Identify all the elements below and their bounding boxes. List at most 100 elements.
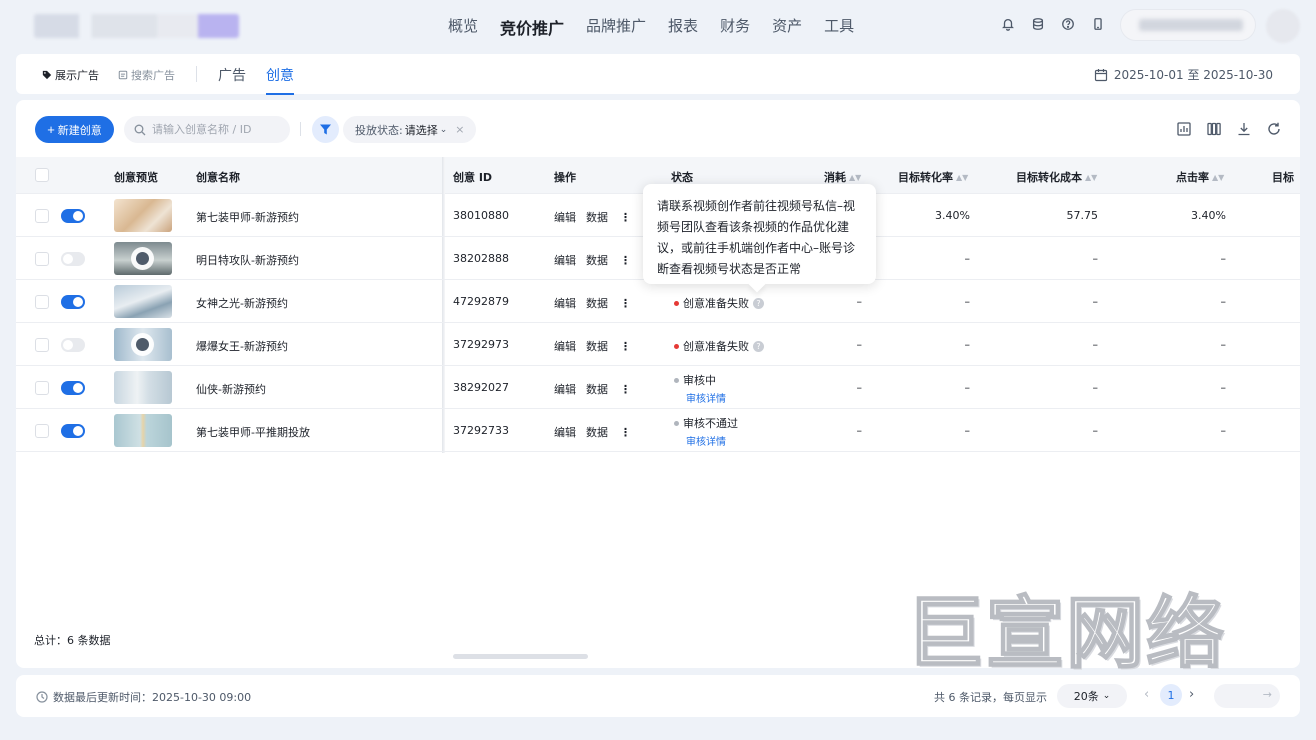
creative-thumbnail[interactable] bbox=[114, 242, 172, 275]
row-checkbox[interactable] bbox=[35, 252, 49, 266]
filter-value: 请选择 bbox=[404, 123, 438, 137]
page-size-select[interactable]: 20条 ⌄ bbox=[1057, 684, 1127, 708]
data-link[interactable]: 数据 bbox=[586, 338, 608, 354]
status-cell: 创意准备失败 ? bbox=[674, 338, 764, 354]
edit-link[interactable]: 编辑 bbox=[554, 252, 576, 268]
nav-overview[interactable]: 概览 bbox=[448, 15, 478, 37]
account-selector[interactable] bbox=[1120, 9, 1256, 41]
tab-creatives[interactable]: 创意 bbox=[266, 65, 294, 95]
edit-link[interactable]: 编辑 bbox=[554, 381, 576, 397]
clear-filter-icon[interactable]: × bbox=[455, 123, 464, 136]
delivery-status-filter[interactable]: 投放状态: 请选择 ⌄ × bbox=[343, 116, 477, 143]
mobile-icon[interactable] bbox=[1090, 16, 1106, 32]
row-enable-toggle[interactable] bbox=[61, 338, 85, 352]
edit-link[interactable]: 编辑 bbox=[554, 209, 576, 225]
nav-tools[interactable]: 工具 bbox=[824, 15, 854, 37]
tab-display-ads-label: 展示广告 bbox=[55, 69, 99, 82]
page-jump-input[interactable] bbox=[1214, 684, 1280, 708]
more-icon[interactable]: ⋮ bbox=[620, 254, 631, 267]
date-range-picker[interactable]: 2025-10-01 至 2025-10-30 bbox=[1094, 66, 1273, 83]
review-detail-link[interactable]: 审核详情 bbox=[686, 433, 726, 448]
calendar-icon bbox=[1094, 68, 1107, 81]
more-icon[interactable]: ⋮ bbox=[620, 340, 631, 353]
table-row: 第七装甲师-平推期投放 37292733 编辑 数据 ⋮ 审核不通过 审核详情 … bbox=[16, 409, 1300, 452]
data-link[interactable]: 数据 bbox=[586, 424, 608, 440]
col-conv-cost[interactable]: 目标转化成本 ▲▼ bbox=[1016, 169, 1097, 185]
more-icon[interactable]: ⋮ bbox=[620, 297, 631, 310]
col-cost[interactable]: 消耗 ▲▼ bbox=[824, 169, 861, 185]
filter-button[interactable] bbox=[312, 116, 339, 143]
sort-icon: ▲▼ bbox=[849, 172, 862, 182]
play-icon bbox=[131, 247, 154, 270]
row-checkbox[interactable] bbox=[35, 424, 49, 438]
filter-icon bbox=[320, 124, 331, 135]
current-page[interactable]: 1 bbox=[1160, 684, 1182, 706]
row-checkbox[interactable] bbox=[35, 295, 49, 309]
nav-finance[interactable]: 财务 bbox=[720, 15, 750, 37]
row-enable-toggle[interactable] bbox=[61, 209, 85, 223]
status-cell: 审核不通过 bbox=[674, 415, 738, 431]
tab-search-ads[interactable]: 搜索广告 bbox=[118, 67, 175, 83]
nav-brand-promotion[interactable]: 品牌推广 bbox=[586, 15, 646, 37]
edit-link[interactable]: 编辑 bbox=[554, 295, 576, 311]
database-icon[interactable] bbox=[1030, 16, 1046, 32]
creative-thumbnail[interactable] bbox=[114, 414, 172, 447]
columns-icon[interactable] bbox=[1206, 121, 1222, 137]
more-icon[interactable]: ⋮ bbox=[620, 211, 631, 224]
nav-bidding-promotion[interactable]: 竞价推广 bbox=[500, 15, 564, 38]
more-icon[interactable]: ⋮ bbox=[620, 383, 631, 396]
refresh-icon[interactable] bbox=[1266, 121, 1282, 137]
select-all-checkbox[interactable] bbox=[35, 168, 49, 182]
prev-page-icon[interactable]: ‹ bbox=[1144, 687, 1149, 702]
data-link[interactable]: 数据 bbox=[586, 209, 608, 225]
nav-reports[interactable]: 报表 bbox=[668, 15, 698, 37]
sub-header: 展示广告 搜索广告 广告 创意 2025-10-01 至 2025-10-30 bbox=[16, 54, 1300, 95]
tab-ads[interactable]: 广告 bbox=[218, 65, 246, 85]
row-checkbox[interactable] bbox=[35, 338, 49, 352]
review-detail-link[interactable]: 审核详情 bbox=[686, 390, 726, 405]
ctr-value: – bbox=[1220, 381, 1227, 394]
row-checkbox[interactable] bbox=[35, 381, 49, 395]
creative-thumbnail[interactable] bbox=[114, 285, 172, 318]
brand-logo[interactable] bbox=[34, 14, 239, 38]
row-enable-toggle[interactable] bbox=[61, 295, 85, 309]
next-page-icon[interactable]: › bbox=[1189, 687, 1194, 702]
nav-assets[interactable]: 资产 bbox=[772, 15, 802, 37]
download-icon[interactable] bbox=[1236, 121, 1252, 137]
help-icon[interactable] bbox=[1060, 16, 1076, 32]
col-name: 创意名称 bbox=[196, 171, 240, 184]
more-icon[interactable]: ⋮ bbox=[620, 426, 631, 439]
creative-id: 37292973 bbox=[453, 338, 509, 351]
bell-icon[interactable] bbox=[1000, 16, 1016, 32]
chart-icon[interactable] bbox=[1176, 121, 1192, 137]
col-cost-label: 消耗 bbox=[824, 171, 846, 184]
edit-link[interactable]: 编辑 bbox=[554, 424, 576, 440]
creative-name: 女神之光-新游预约 bbox=[196, 297, 288, 310]
search-input[interactable] bbox=[152, 123, 282, 136]
creative-thumbnail[interactable] bbox=[114, 199, 172, 232]
row-enable-toggle[interactable] bbox=[61, 252, 85, 266]
data-link[interactable]: 数据 bbox=[586, 381, 608, 397]
row-enable-toggle[interactable] bbox=[61, 381, 85, 395]
edit-link[interactable]: 编辑 bbox=[554, 338, 576, 354]
creative-thumbnail[interactable] bbox=[114, 371, 172, 404]
creative-name: 明日特攻队-新游预约 bbox=[196, 254, 299, 267]
horizontal-scrollbar[interactable] bbox=[453, 654, 588, 659]
col-conv-cost-label: 目标转化成本 bbox=[1016, 171, 1082, 184]
data-link[interactable]: 数据 bbox=[586, 252, 608, 268]
help-icon[interactable]: ? bbox=[753, 340, 764, 352]
table-row: 仙侠-新游预约 38292027 编辑 数据 ⋮ 审核中 审核详情 – – – … bbox=[16, 366, 1300, 409]
new-creative-button[interactable]: + 新建创意 bbox=[35, 116, 114, 143]
conv-rate-value: – bbox=[964, 338, 971, 351]
creative-name: 仙侠-新游预约 bbox=[196, 383, 266, 396]
tab-display-ads[interactable]: 展示广告 bbox=[42, 67, 99, 83]
col-conv-rate[interactable]: 目标转化率 ▲▼ bbox=[898, 169, 968, 185]
row-enable-toggle[interactable] bbox=[61, 424, 85, 438]
data-link[interactable]: 数据 bbox=[586, 295, 608, 311]
cost-value: – bbox=[856, 295, 863, 308]
creative-thumbnail[interactable] bbox=[114, 328, 172, 361]
row-checkbox[interactable] bbox=[35, 209, 49, 223]
avatar[interactable] bbox=[1266, 9, 1300, 43]
col-ctr[interactable]: 点击率 ▲▼ bbox=[1176, 169, 1224, 185]
help-icon[interactable]: ? bbox=[753, 297, 764, 309]
